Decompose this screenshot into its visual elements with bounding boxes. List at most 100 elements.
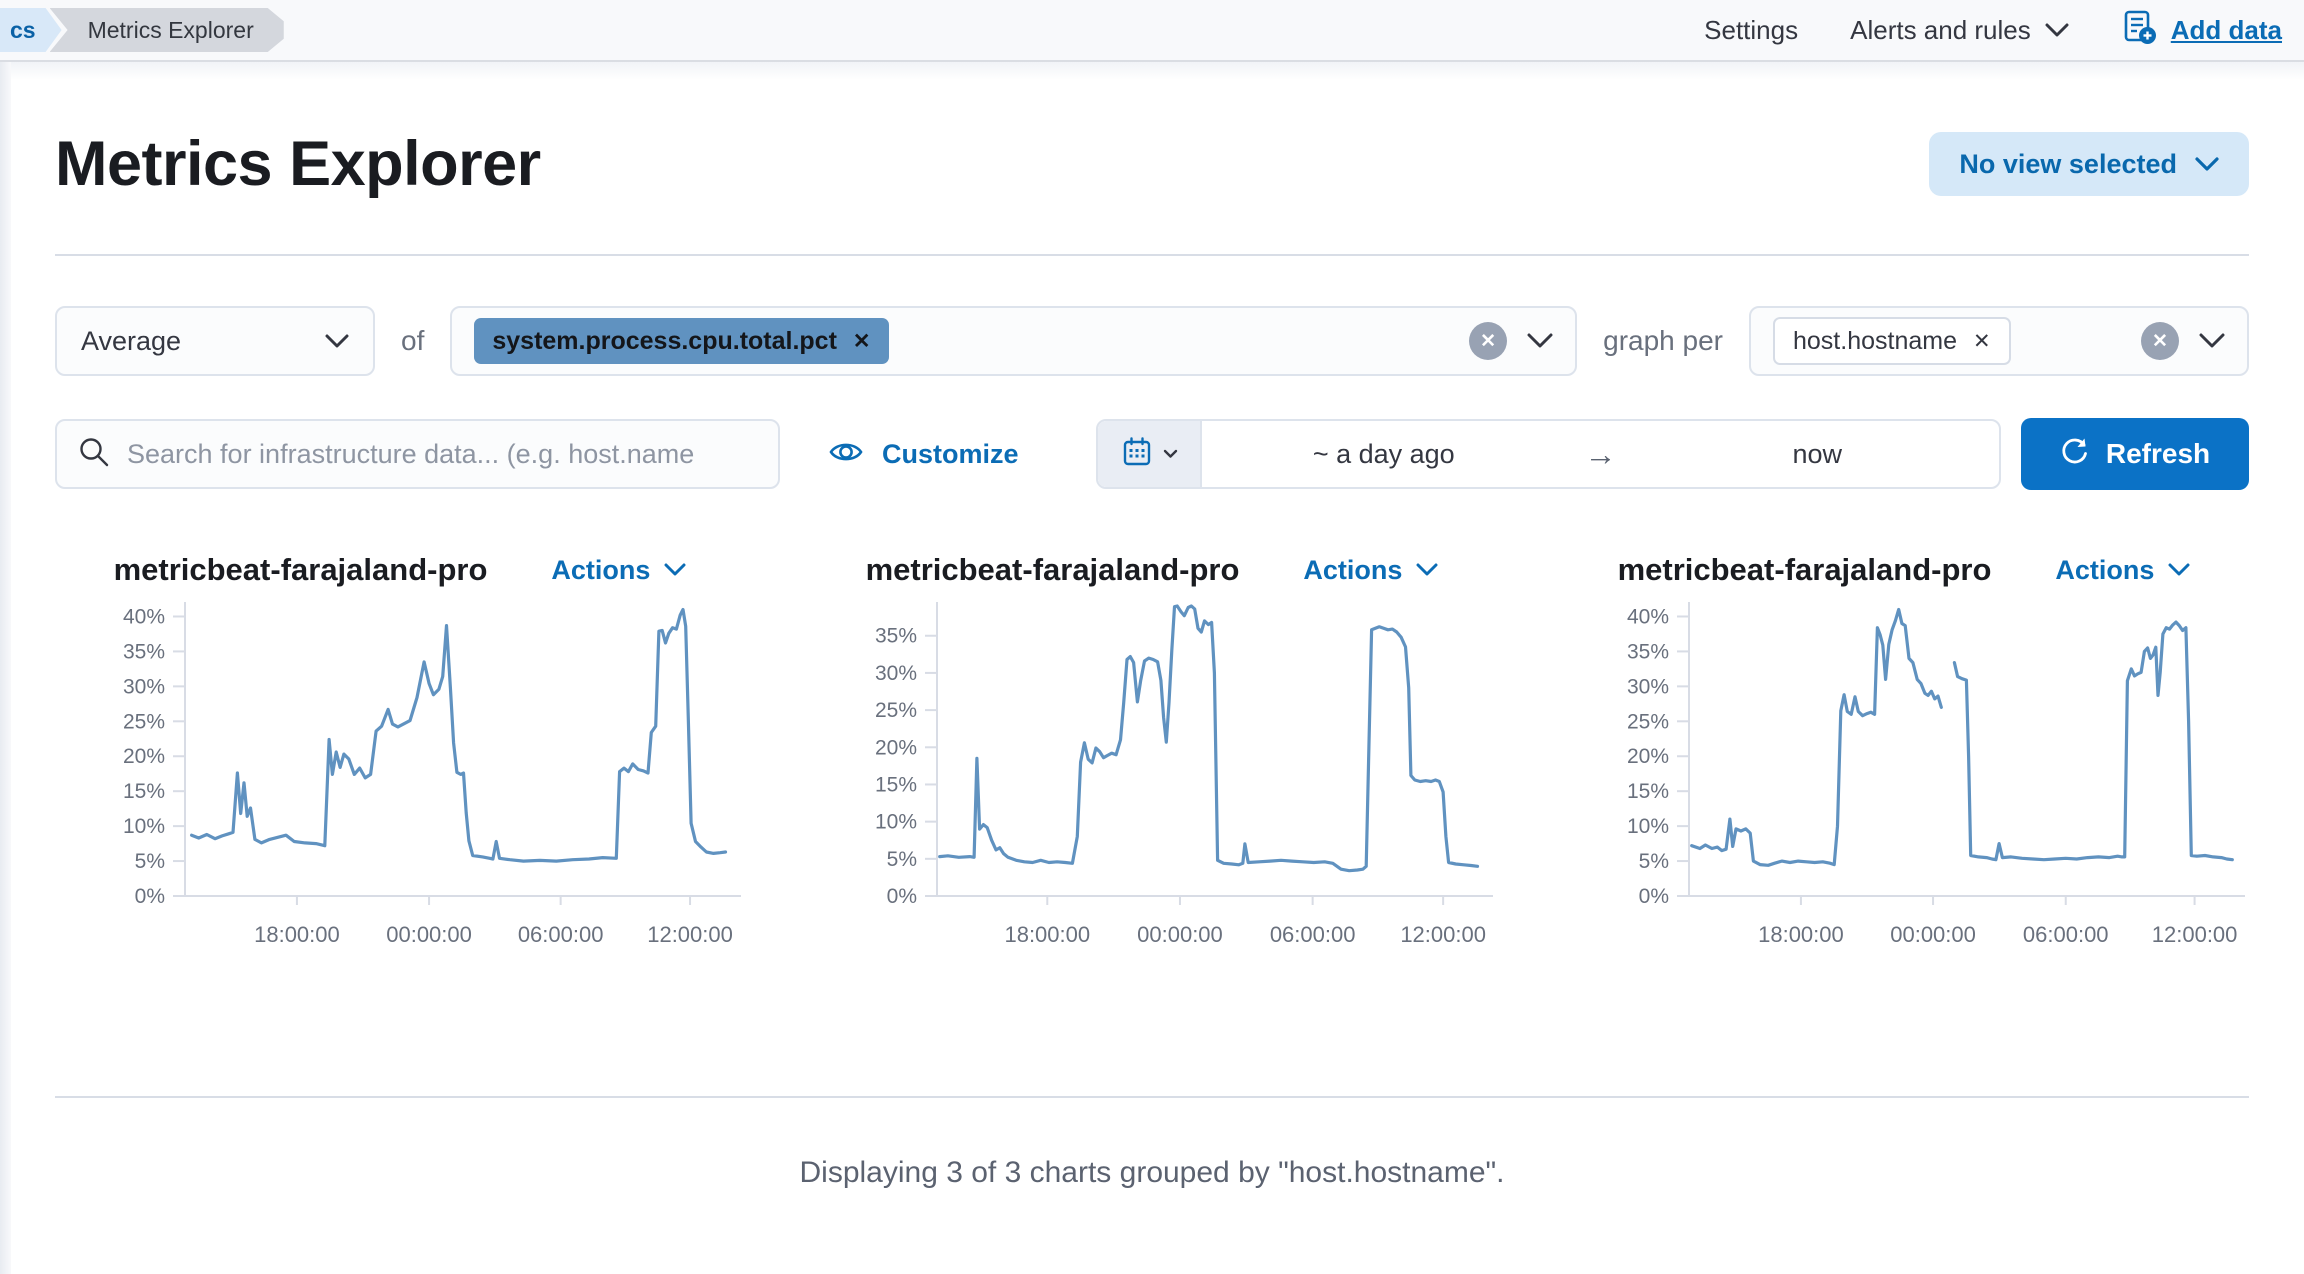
metric-tag[interactable]: system.process.cpu.total.pct ✕ xyxy=(474,318,888,364)
breadcrumb: cs Metrics Explorer xyxy=(0,0,284,60)
svg-text:30%: 30% xyxy=(123,675,165,698)
svg-text:0%: 0% xyxy=(1639,885,1669,908)
refresh-button[interactable]: Refresh xyxy=(2021,418,2249,490)
svg-text:30%: 30% xyxy=(875,662,917,685)
chart-title: metricbeat-farajaland-pro xyxy=(866,552,1240,588)
svg-text:25%: 25% xyxy=(1627,710,1669,733)
clear-metric-icon[interactable]: ✕ xyxy=(1469,322,1507,360)
svg-text:35%: 35% xyxy=(123,640,165,663)
chart-card: metricbeat-farajaland-pro Actions 0% 5% 10… xyxy=(1559,552,2249,948)
chart-actions-menu[interactable]: Actions xyxy=(2055,555,2190,586)
chevron-down-icon[interactable] xyxy=(2199,333,2225,349)
metrics-explorer-screen: cs Metrics Explorer Settings Alerts and … xyxy=(0,0,2304,1274)
remove-metric-icon[interactable]: ✕ xyxy=(853,331,871,352)
group-by-combobox[interactable]: host.hostname ✕ ✕ xyxy=(1749,306,2249,376)
breadcrumb-metrics-explorer[interactable]: Metrics Explorer xyxy=(50,8,284,52)
quick-select-menu[interactable] xyxy=(1098,421,1202,487)
cpu-usage-line-chart: 0%5%10%15%20%25%30%35%18:00:0000:00:0006… xyxy=(807,596,1497,948)
top-header-bar: cs Metrics Explorer Settings Alerts and … xyxy=(0,0,2304,62)
refresh-icon xyxy=(2060,436,2090,473)
header-actions: Settings Alerts and rules xyxy=(1704,9,2282,52)
chevron-down-icon xyxy=(325,334,349,349)
customize-button[interactable]: Customize xyxy=(828,434,1019,475)
date-start-label: ~ a day ago xyxy=(1313,439,1455,470)
svg-text:06:00:00: 06:00:00 xyxy=(1270,922,1356,947)
metric-combobox-controls: ✕ xyxy=(1469,322,1553,360)
svg-text:40%: 40% xyxy=(123,605,165,628)
chevron-down-icon xyxy=(2168,563,2190,577)
svg-text:10%: 10% xyxy=(123,815,165,838)
svg-text:5%: 5% xyxy=(1639,850,1669,873)
customize-label: Customize xyxy=(882,439,1019,470)
svg-text:30%: 30% xyxy=(1627,675,1669,698)
cpu-usage-line-chart: 0%5%10%15%20%25%30%35%40%18:00:0000:00:0… xyxy=(55,596,745,948)
svg-text:20%: 20% xyxy=(875,736,917,759)
search-input[interactable] xyxy=(127,439,758,470)
svg-text:15%: 15% xyxy=(875,773,917,796)
svg-text:18:00:00: 18:00:00 xyxy=(1004,922,1090,947)
svg-text:15%: 15% xyxy=(1627,780,1669,803)
svg-text:15%: 15% xyxy=(123,780,165,803)
svg-text:06:00:00: 06:00:00 xyxy=(518,922,604,947)
chart-actions-label: Actions xyxy=(1303,555,1402,586)
breadcrumb-metrics[interactable]: cs xyxy=(0,8,62,52)
breadcrumb-metrics-label: cs xyxy=(10,17,36,44)
chevron-down-icon[interactable] xyxy=(1527,333,1553,349)
chevron-down-icon xyxy=(2045,23,2069,38)
remove-group-by-icon[interactable]: ✕ xyxy=(1973,331,1991,352)
add-data-link[interactable]: Add data xyxy=(2121,9,2282,52)
svg-text:0%: 0% xyxy=(135,885,165,908)
search-icon xyxy=(77,435,111,474)
add-data-label: Add data xyxy=(2171,15,2282,46)
arrow-right-icon: → xyxy=(1566,436,1636,473)
chart-actions-menu[interactable]: Actions xyxy=(551,555,686,586)
svg-text:00:00:00: 00:00:00 xyxy=(386,922,472,947)
chevron-down-icon xyxy=(664,563,686,577)
date-end-button[interactable]: now xyxy=(1636,439,2000,470)
page-title: Metrics Explorer xyxy=(55,128,541,200)
svg-text:35%: 35% xyxy=(1627,640,1669,663)
svg-text:12:00:00: 12:00:00 xyxy=(647,922,733,947)
chart-header: metricbeat-farajaland-pro Actions xyxy=(807,552,1497,588)
refresh-label: Refresh xyxy=(2106,438,2210,470)
svg-text:10%: 10% xyxy=(875,811,917,834)
chevron-down-icon xyxy=(2195,157,2219,172)
svg-text:12:00:00: 12:00:00 xyxy=(2152,922,2238,947)
metric-tag-label: system.process.cpu.total.pct xyxy=(492,327,837,356)
svg-text:10%: 10% xyxy=(1627,815,1669,838)
group-by-combobox-controls: ✕ xyxy=(2141,322,2225,360)
chart-actions-menu[interactable]: Actions xyxy=(1303,555,1438,586)
group-by-tag[interactable]: host.hostname ✕ xyxy=(1773,317,2011,365)
chart-header: metricbeat-farajaland-pro Actions xyxy=(1559,552,2249,588)
svg-text:40%: 40% xyxy=(1627,605,1669,628)
svg-text:18:00:00: 18:00:00 xyxy=(254,922,340,947)
metric-combobox[interactable]: system.process.cpu.total.pct ✕ ✕ xyxy=(450,306,1577,376)
group-by-tag-label: host.hostname xyxy=(1793,327,1957,356)
search-row: Customize xyxy=(55,418,2249,490)
svg-text:00:00:00: 00:00:00 xyxy=(1890,922,1976,947)
date-start-button[interactable]: ~ a day ago xyxy=(1202,439,1566,470)
add-data-icon xyxy=(2121,9,2157,52)
aggregation-value: Average xyxy=(81,326,181,357)
cpu-usage-line-chart: 0%5%10%15%20%25%30%35%40%18:00:0000:00:0… xyxy=(1559,596,2249,948)
of-label: of xyxy=(401,325,424,357)
svg-text:12:00:00: 12:00:00 xyxy=(1400,922,1486,947)
chevron-down-icon xyxy=(1163,449,1178,459)
clear-group-by-icon[interactable]: ✕ xyxy=(2141,322,2179,360)
saved-view-selector-button[interactable]: No view selected xyxy=(1929,132,2249,196)
settings-link[interactable]: Settings xyxy=(1704,15,1798,46)
graph-per-label: graph per xyxy=(1603,325,1723,357)
svg-text:5%: 5% xyxy=(887,848,917,871)
chart-actions-label: Actions xyxy=(2055,555,2154,586)
title-row: Metrics Explorer No view selected xyxy=(55,128,2249,200)
search-field[interactable] xyxy=(55,419,780,489)
chart-header: metricbeat-farajaland-pro Actions xyxy=(55,552,745,588)
chart-title: metricbeat-farajaland-pro xyxy=(114,552,488,588)
page-content: Metrics Explorer No view selected Averag… xyxy=(0,128,2304,1190)
aggregation-select[interactable]: Average xyxy=(55,306,375,376)
svg-text:06:00:00: 06:00:00 xyxy=(2023,922,2109,947)
svg-text:35%: 35% xyxy=(875,625,917,648)
alerts-and-rules-menu[interactable]: Alerts and rules xyxy=(1850,15,2069,46)
svg-text:00:00:00: 00:00:00 xyxy=(1137,922,1223,947)
charts-summary-text: Displaying 3 of 3 charts grouped by "hos… xyxy=(55,1156,2249,1190)
